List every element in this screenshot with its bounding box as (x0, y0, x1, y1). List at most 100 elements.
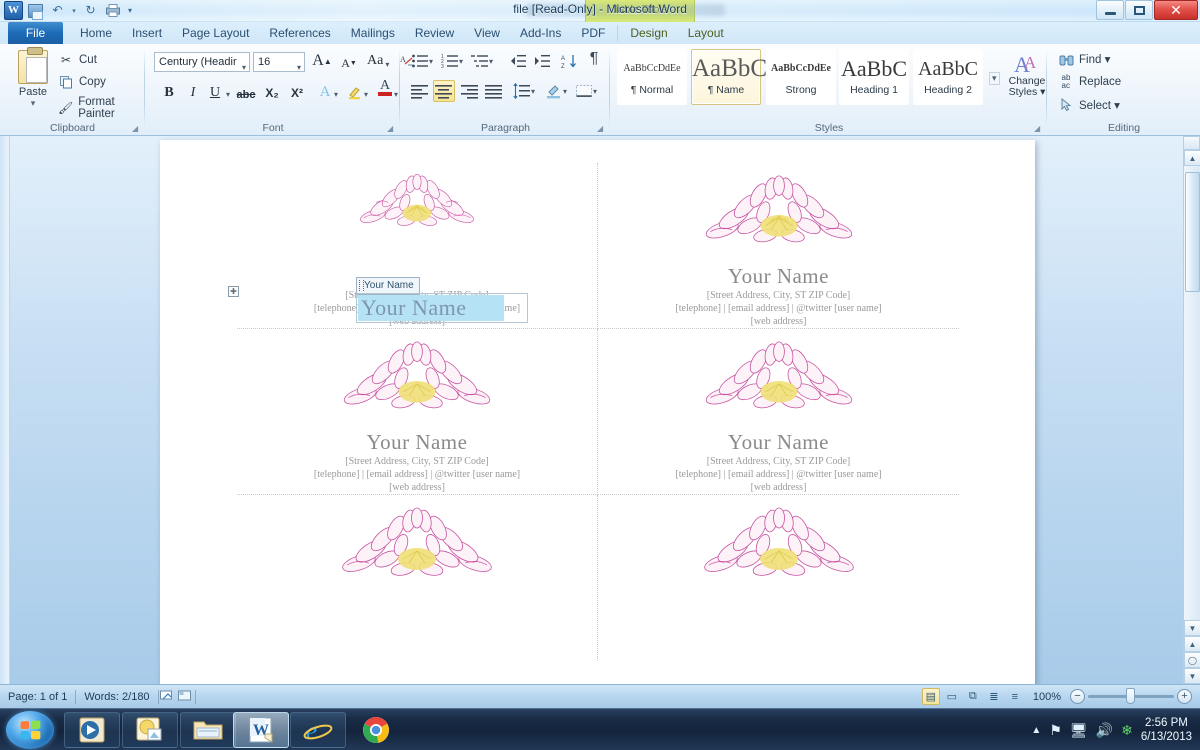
style-heading-2[interactable]: AaBbC Heading 2 (913, 49, 983, 105)
ribbon-tab-strip[interactable]: File Home Insert Page Layout References … (0, 22, 1200, 62)
change-case-button[interactable]: Aa ▾ (366, 50, 389, 72)
cut-button[interactable]: ✂ Cut (58, 52, 97, 68)
card-4-name[interactable]: Your Name (728, 430, 829, 455)
tab-review[interactable]: Review (405, 22, 464, 44)
view-print-layout-button[interactable]: ▤ (921, 688, 940, 705)
line-spacing-icon[interactable] (511, 80, 533, 102)
borders-icon[interactable] (573, 80, 595, 102)
card-2-web[interactable]: [web address] (751, 315, 807, 328)
style-strong[interactable]: AaBbCcDdEе Strong (766, 49, 836, 105)
previous-page-button[interactable]: ▲ (1184, 636, 1200, 652)
find-button[interactable]: Find ▾ (1058, 51, 1110, 67)
document-page[interactable]: Your Name Your Name [Street Address, Cit… (160, 140, 1035, 700)
taskbar-windows-explorer[interactable] (180, 712, 236, 748)
show-formatting-marks-icon[interactable]: ¶ (583, 48, 605, 70)
font-size-input[interactable]: 16 ▾ (253, 52, 305, 72)
scroll-up-button[interactable]: ▲ (1184, 150, 1200, 166)
clock[interactable]: 2:56 PM 6/13/2013 (1141, 716, 1196, 744)
paragraph-dialog-launcher[interactable]: ◢ (597, 124, 606, 133)
card-3-name[interactable]: Your Name (367, 430, 468, 455)
shading-dropdown-icon[interactable]: ▾ (563, 87, 567, 96)
table-cell-card-6[interactable] (598, 495, 959, 661)
font-dialog-launcher[interactable]: ◢ (387, 124, 396, 133)
format-painter-button[interactable]: 🖌 Format Painter (58, 96, 145, 120)
change-styles-button[interactable]: A A Change Styles ▾ (1005, 50, 1049, 98)
numbering-icon[interactable]: 1 2 3 (439, 50, 461, 72)
subscript-button[interactable]: X₂ (261, 82, 283, 104)
taskbar-photo-viewer[interactable] (122, 712, 178, 748)
shrink-font-button[interactable]: A ▼ (338, 52, 360, 74)
vertical-scrollbar[interactable]: ▲ ▼ ▲ ◯ ▼ (1183, 136, 1200, 684)
card-3-address[interactable]: [Street Address, City, ST ZIP Code] (345, 455, 489, 468)
view-outline-button[interactable]: ≣ (985, 688, 1003, 705)
minimize-button[interactable] (1096, 0, 1124, 20)
text-effects-dropdown-icon[interactable]: ▾ (334, 90, 338, 99)
proofing-errors-icon[interactable] (159, 689, 177, 705)
card-2-name[interactable]: Your Name (728, 264, 829, 289)
multilevel-list-icon[interactable] (469, 50, 491, 72)
record-macro-icon[interactable] (177, 689, 195, 705)
tab-page-layout[interactable]: Page Layout (172, 22, 259, 44)
tab-pdf[interactable]: PDF (571, 22, 615, 44)
tab-add-ins[interactable]: Add-Ins (510, 22, 571, 44)
tab-home[interactable]: Home (70, 22, 122, 44)
shading-icon[interactable] (543, 80, 565, 102)
text-effects-icon[interactable]: A (314, 81, 336, 103)
justify-icon[interactable] (483, 80, 505, 102)
business-card-table[interactable]: Your Name Your Name [Street Address, Cit… (237, 163, 959, 693)
antivirus-shield-icon[interactable]: ❄ (1121, 722, 1133, 739)
tab-references[interactable]: References (259, 22, 340, 44)
align-left-icon[interactable] (409, 80, 431, 102)
taskbar-google-chrome[interactable] (348, 712, 404, 748)
multilevel-list-dropdown-icon[interactable]: ▾ (489, 57, 493, 66)
card-2-contact[interactable]: [telephone] | [email address] | @twitter… (675, 302, 881, 315)
card-3-web[interactable]: [web address] (389, 481, 445, 494)
card-4-web[interactable]: [web address] (751, 481, 807, 494)
volume-icon[interactable]: 🔊 (1096, 722, 1113, 739)
taskbar-microsoft-word[interactable]: W (233, 712, 289, 748)
tab-file[interactable]: File (8, 22, 63, 44)
decrease-indent-icon[interactable] (507, 50, 529, 72)
font-color-icon[interactable]: A (374, 77, 396, 99)
bullets-icon[interactable] (409, 50, 431, 72)
bullets-dropdown-icon[interactable]: ▾ (429, 57, 433, 66)
scrollbar-thumb[interactable] (1185, 172, 1200, 292)
replace-button[interactable]: ab ac Replace (1058, 74, 1122, 90)
action-center-flag-icon[interactable]: ⚑ (1049, 722, 1062, 739)
numbering-dropdown-icon[interactable]: ▾ (459, 57, 463, 66)
ribbon-tabs[interactable]: Home Insert Page Layout References Maili… (70, 22, 734, 44)
card-4-address[interactable]: [Street Address, City, ST ZIP Code] (707, 455, 851, 468)
copy-button[interactable]: Copy (58, 74, 106, 90)
style-normal[interactable]: AaBbCcDdEе ¶ Normal (617, 49, 687, 105)
font-size-dropdown-icon[interactable]: ▾ (297, 59, 301, 71)
strikethrough-button[interactable]: abc (235, 84, 257, 106)
window-controls[interactable]: ✕ (1096, 0, 1198, 20)
line-spacing-dropdown-icon[interactable]: ▾ (531, 87, 535, 96)
taskbar-windows-media-player[interactable] (64, 712, 120, 748)
underline-dropdown-icon[interactable]: ▾ (226, 90, 230, 99)
highlight-dropdown-icon[interactable]: ▾ (364, 90, 368, 99)
font-name-dropdown-icon[interactable]: ▾ (242, 59, 246, 71)
styles-dialog-launcher[interactable]: ◢ (1034, 124, 1043, 133)
table-cell-card-1[interactable]: Your Name Your Name [Street Address, Cit… (237, 163, 598, 329)
styles-more-icon[interactable]: ▾ (989, 72, 1000, 85)
tab-mailings[interactable]: Mailings (341, 22, 405, 44)
zoom-slider-thumb[interactable] (1126, 688, 1135, 704)
taskbar-internet-explorer[interactable]: e (290, 712, 346, 748)
tab-design[interactable]: Design (620, 22, 677, 44)
view-draft-button[interactable]: ≡ (1006, 688, 1024, 705)
superscript-button[interactable]: X² (286, 82, 308, 104)
table-cell-card-4[interactable]: Your Name [Street Address, City, ST ZIP … (598, 329, 959, 495)
italic-button[interactable]: I (182, 82, 204, 104)
select-browse-object-button[interactable]: ◯ (1184, 652, 1200, 668)
card-1-name[interactable]: Your Name (361, 295, 467, 321)
table-cell-card-3[interactable]: Your Name [Street Address, City, ST ZIP … (237, 329, 598, 495)
bold-button[interactable]: B (158, 82, 180, 104)
tab-layout[interactable]: Layout (678, 22, 734, 44)
view-web-layout-button[interactable]: ⧉ (964, 688, 982, 705)
align-center-icon[interactable] (433, 80, 455, 102)
grow-font-button[interactable]: A ▲ (311, 50, 333, 72)
restore-button[interactable] (1125, 0, 1153, 20)
document-canvas[interactable]: Your Name Your Name [Street Address, Cit… (0, 136, 1200, 700)
tab-view[interactable]: View (464, 22, 510, 44)
